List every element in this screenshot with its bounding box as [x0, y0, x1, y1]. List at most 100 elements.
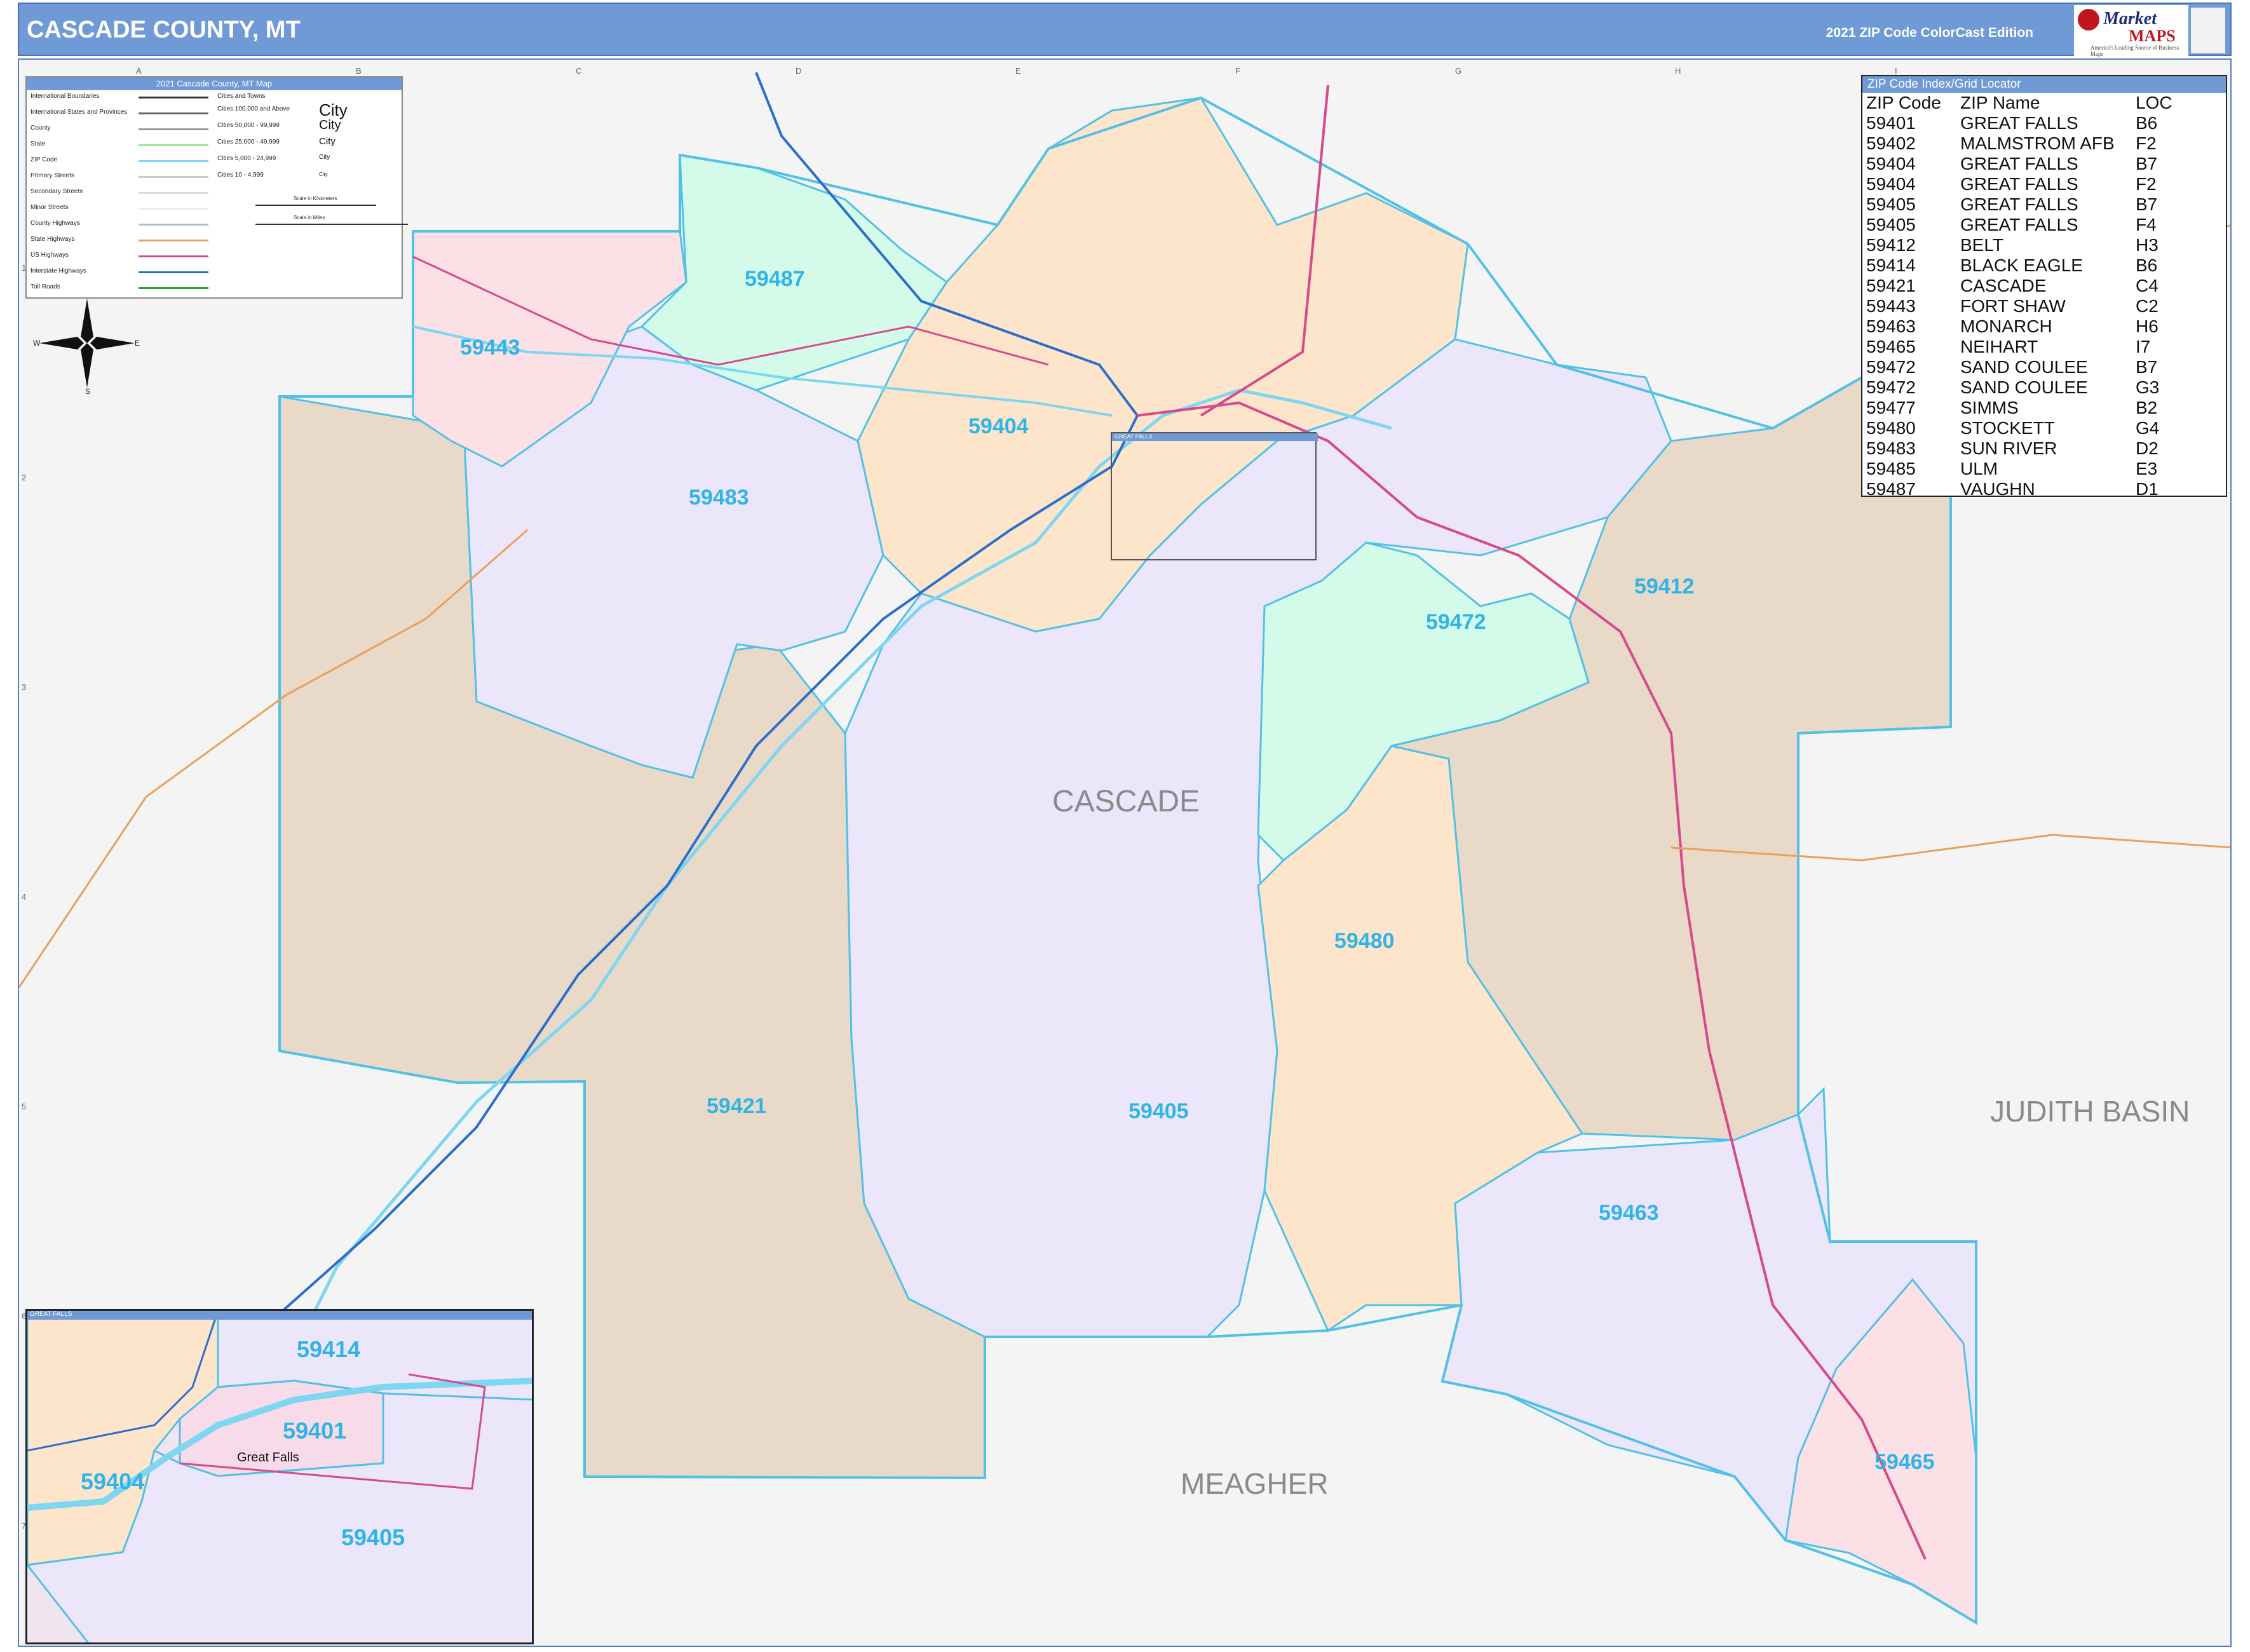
legend-item-label: Secondary Streets [30, 188, 83, 195]
zip-index-cell-name: SAND COULEE [1960, 357, 2088, 377]
legend-city-4: Cities 5,000 - 24,999 [217, 155, 276, 162]
zip-index-cell-loc: B6 [2136, 113, 2158, 133]
zip-index-cell-zip: 59412 [1866, 235, 1916, 255]
zip-index-cell-loc: F2 [2136, 133, 2157, 153]
great-falls-locator-box[interactable]: GREAT FALLS [1111, 432, 1318, 560]
zip-index-cell-zip: 59487 [1866, 479, 1916, 499]
grid-col-D: D [796, 66, 802, 76]
inset-zip-59405: 59405 [341, 1524, 405, 1550]
great-falls-inset[interactable]: GREAT FALLS 59414 59401 59404 59405 Grea… [25, 1309, 534, 1644]
county-label-judith-basin: JUDITH BASIN [1990, 1095, 2190, 1128]
legend-item-swatch [139, 208, 208, 210]
zip-index-col-loc: LOC [2136, 93, 2172, 112]
zip-index-cell-zip: 59405 [1866, 215, 1916, 234]
legend-city-sample-1: City [319, 100, 348, 119]
legend-item-swatch [139, 144, 208, 146]
legend-scale-mi: Scale in Miles [294, 215, 325, 220]
legend-item-label: International Boundaries [30, 93, 100, 100]
legend-item-swatch [139, 255, 208, 257]
zip-index-cell-zip: 59404 [1866, 154, 1916, 173]
zip-label-59480: 59480 [1334, 929, 1395, 953]
zip-label-59405: 59405 [1128, 1099, 1189, 1123]
legend-item-swatch [139, 271, 208, 273]
legend-item-label: International States and Provinces [30, 109, 128, 116]
zip-index-cell-loc: E3 [2136, 459, 2158, 478]
inset-zip-59414: 59414 [297, 1336, 361, 1362]
zip-index-cell-loc: D1 [2136, 479, 2159, 499]
legend-item-swatch [139, 128, 208, 130]
legend-scale-km: Scale in Kilometers [294, 196, 337, 201]
legend-item-label: State Highways [30, 236, 75, 243]
zip-index-cell-name: GREAT FALLS [1960, 194, 2078, 214]
zip-index-cell-loc: F2 [2136, 174, 2157, 194]
zip-index-cell-name: MONARCH [1960, 316, 2052, 336]
legend-item-swatch [139, 224, 208, 226]
zip-index-cell-name: MALMSTROM AFB [1960, 133, 2115, 153]
zip-index-cell-loc: H6 [2136, 316, 2159, 336]
legend-item-swatch [139, 287, 208, 289]
zip-index-cell-loc: C4 [2136, 276, 2159, 295]
legend-item-swatch [139, 176, 208, 178]
legend-cities-header: Cities and Towns [217, 93, 266, 100]
zip-label-59443: 59443 [460, 335, 520, 360]
zip-index-cell-loc: D2 [2136, 438, 2159, 458]
zip-index-cell-zip: 59477 [1866, 398, 1916, 417]
legend-item-label: Interstate Highways [30, 267, 86, 274]
grid-col-I: I [1895, 66, 1897, 76]
svg-text:W: W [33, 339, 41, 348]
county-label-cascade: CASCADE [1052, 785, 1200, 818]
inset-title: GREAT FALLS [27, 1311, 532, 1320]
great-falls-locator-label: GREAT FALLS [1112, 433, 1318, 441]
logo-name2: MAPS [2129, 27, 2176, 45]
inset-zip-59401: 59401 [283, 1418, 347, 1444]
county-label-meagher: MEAGHER [1181, 1467, 1329, 1500]
zip-index-row: 59443 FORT SHAW C2 [1866, 296, 2172, 316]
zip-label-59483: 59483 [689, 485, 749, 510]
zip-index-cell-name: SIMMS [1960, 398, 2019, 417]
zip-index-cell-loc: B2 [2136, 398, 2158, 417]
zip-index-row: 59412 BELT H3 [1866, 235, 2172, 255]
zip-index-row: 59480 STOCKETT G4 [1866, 418, 2172, 438]
zip-index-cell-name: BELT [1960, 235, 2003, 255]
legend-item-label: ZIP Code [30, 156, 58, 163]
grid-row-3: 3 [22, 682, 27, 692]
zip-index-cell-name: GREAT FALLS [1960, 154, 2078, 173]
zip-index-cell-zip: 59463 [1866, 316, 1916, 336]
zip-index-row: 59483 SUN RIVER D2 [1866, 438, 2172, 459]
legend-city-2: Cities 50,000 - 99,999 [217, 122, 280, 129]
market-maps-logo: Market MAPS America's Leading Source of … [2074, 5, 2188, 57]
zip-index-cell-zip: 59401 [1866, 113, 1916, 133]
legend-city-sample-4: City [319, 154, 330, 161]
legend-city-sample-2: City [319, 118, 341, 132]
svg-text:E: E [135, 339, 140, 348]
zip-index-cell-name: GREAT FALLS [1960, 215, 2078, 234]
grid-col-G: G [1455, 66, 1462, 76]
grid-col-B: B [356, 66, 362, 76]
zip-index-row: 59477 SIMMS B2 [1866, 398, 2172, 418]
contact-box [2191, 8, 2225, 53]
zip-index-row: 59421 CASCADE C4 [1866, 276, 2172, 296]
zip-index-row: 59472 SAND COULEE B7 [1866, 357, 2172, 377]
zip-index-row: 59404 GREAT FALLS B7 [1866, 154, 2172, 174]
zip-label-59463: 59463 [1599, 1201, 1659, 1225]
zip-index-cell-zip: 59414 [1866, 255, 1916, 275]
zip-index-cell-zip: 59405 [1866, 194, 1916, 214]
zip-label-59472: 59472 [1426, 610, 1486, 634]
zip-index-cell-name: BLACK EAGLE [1960, 255, 2083, 275]
map-title: CASCADE COUNTY, MT [27, 17, 301, 43]
grid-col-A: A [136, 66, 142, 76]
zip-index-cell-name: ULM [1960, 459, 1998, 478]
zip-index-cell-loc: B7 [2136, 194, 2158, 214]
zip-index-cell-name: GREAT FALLS [1960, 174, 2078, 194]
legend-item-label: Toll Roads [30, 283, 60, 290]
legend-city-3: Cities 25,000 - 49,999 [217, 139, 280, 146]
grid-row-2: 2 [22, 473, 27, 482]
zip-index-row: 59414 BLACK EAGLE B6 [1866, 255, 2172, 276]
zip-index-grid: ZIP Code ZIP Name LOC 59401 GREAT FALLS B6… [1866, 93, 2172, 499]
zip-index-row: 59472 SAND COULEE G3 [1866, 377, 2172, 398]
zip-index-cell-loc: B6 [2136, 255, 2158, 275]
logo-tagline: America's Leading Source of Business Map… [2091, 44, 2179, 57]
svg-text:S: S [85, 387, 90, 394]
legend-item-label: Minor Streets [30, 204, 69, 211]
zip-index-cell-name: FORT SHAW [1960, 296, 2066, 316]
